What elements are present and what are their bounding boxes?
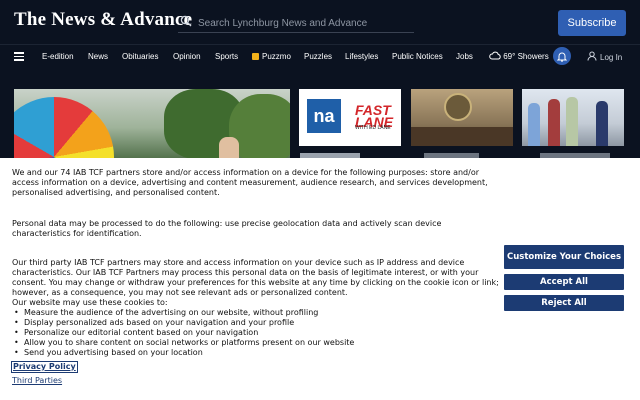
puzzmo-icon bbox=[252, 53, 259, 60]
search-icon[interactable] bbox=[180, 15, 192, 27]
nav-item-puzzmo-label: Puzzmo bbox=[262, 52, 291, 61]
story-thumbnail-meeting[interactable] bbox=[411, 89, 513, 146]
top-header: The News & Advance Subscribe bbox=[0, 0, 640, 44]
nav-item-jobs[interactable]: Jobs bbox=[456, 52, 473, 61]
fastlane-subtitle: WITH ED LANE bbox=[355, 125, 391, 131]
login-label: Log In bbox=[600, 53, 623, 62]
person-shape bbox=[219, 137, 239, 159]
cookie-consent-dialog: We and our 74 IAB TCF partners store and… bbox=[0, 158, 640, 400]
bell-icon bbox=[557, 52, 567, 62]
nav-item-sports[interactable]: Sports bbox=[215, 52, 238, 61]
fastlane-logo: FAST LANE WITH ED LANE bbox=[349, 99, 395, 133]
seal-image bbox=[444, 93, 472, 121]
person-shape bbox=[566, 97, 578, 146]
search-input[interactable] bbox=[196, 12, 415, 34]
reject-all-button[interactable]: Reject All bbox=[504, 295, 624, 311]
site-logo[interactable]: The News & Advance bbox=[14, 9, 192, 31]
nav-item-public-notices[interactable]: Public Notices bbox=[392, 52, 443, 61]
login-link[interactable]: Log In bbox=[587, 51, 622, 62]
weather-condition: Showers bbox=[517, 52, 549, 61]
weather-widget[interactable]: 69° Showers bbox=[489, 51, 549, 61]
desk-shape bbox=[411, 127, 513, 146]
user-icon bbox=[587, 51, 597, 61]
nav-item-obituaries[interactable]: Obituaries bbox=[122, 52, 158, 61]
third-parties-link[interactable]: Third Parties bbox=[12, 376, 62, 386]
search-bar[interactable] bbox=[178, 12, 415, 34]
accept-all-button[interactable]: Accept All bbox=[504, 274, 624, 290]
main-nav: E-edition News Obituaries Opinion Sports… bbox=[0, 44, 640, 69]
consent-paragraph-partners: Our third party IAB TCF partners may sto… bbox=[12, 258, 499, 297]
list-item: Display personalized ads based on your n… bbox=[12, 318, 354, 328]
purposes-title: Our website may use these cookies to: bbox=[12, 298, 168, 307]
nav-item-e-edition[interactable]: E-edition bbox=[42, 52, 74, 61]
nav-item-lifestyles[interactable]: Lifestyles bbox=[345, 52, 378, 61]
purposes-list: Measure the audience of the advertising … bbox=[12, 308, 354, 358]
list-item: Send you advertising based on your locat… bbox=[12, 348, 354, 358]
notification-button[interactable] bbox=[553, 47, 571, 65]
list-item: Personalize our editorial content based … bbox=[12, 328, 354, 338]
hot-air-balloon-image bbox=[14, 97, 114, 159]
person-shape bbox=[548, 99, 560, 146]
person-shape bbox=[528, 103, 540, 146]
nav-item-news[interactable]: News bbox=[88, 52, 108, 61]
story-thumbnail-fastlane[interactable]: na FAST LANE WITH ED LANE bbox=[299, 89, 401, 146]
nav-item-opinion[interactable]: Opinion bbox=[173, 52, 201, 61]
consent-paragraph-processing: Personal data may be processed to do the… bbox=[12, 219, 442, 238]
cloud-icon bbox=[489, 51, 501, 60]
customize-choices-button[interactable]: Customize Your Choices bbox=[504, 245, 624, 269]
consent-paragraph-purposes: We and our 74 IAB TCF partners store and… bbox=[12, 168, 488, 197]
subscribe-button[interactable]: Subscribe bbox=[558, 10, 626, 36]
person-shape bbox=[596, 101, 608, 146]
list-item: Allow you to share content on social net… bbox=[12, 338, 354, 348]
privacy-policy-link[interactable]: Privacy Policy bbox=[11, 361, 78, 373]
nav-item-puzzmo[interactable]: Puzzmo bbox=[252, 52, 291, 61]
hero-image[interactable] bbox=[14, 89, 290, 159]
menu-icon[interactable] bbox=[14, 52, 24, 61]
na-logo: na bbox=[307, 99, 341, 133]
featured-stories: na FAST LANE WITH ED LANE bbox=[0, 68, 640, 159]
nav-item-puzzles[interactable]: Puzzles bbox=[304, 52, 332, 61]
list-item: Measure the audience of the advertising … bbox=[12, 308, 354, 318]
story-thumbnail-group[interactable] bbox=[522, 89, 624, 146]
weather-temp: 69° bbox=[503, 52, 516, 61]
